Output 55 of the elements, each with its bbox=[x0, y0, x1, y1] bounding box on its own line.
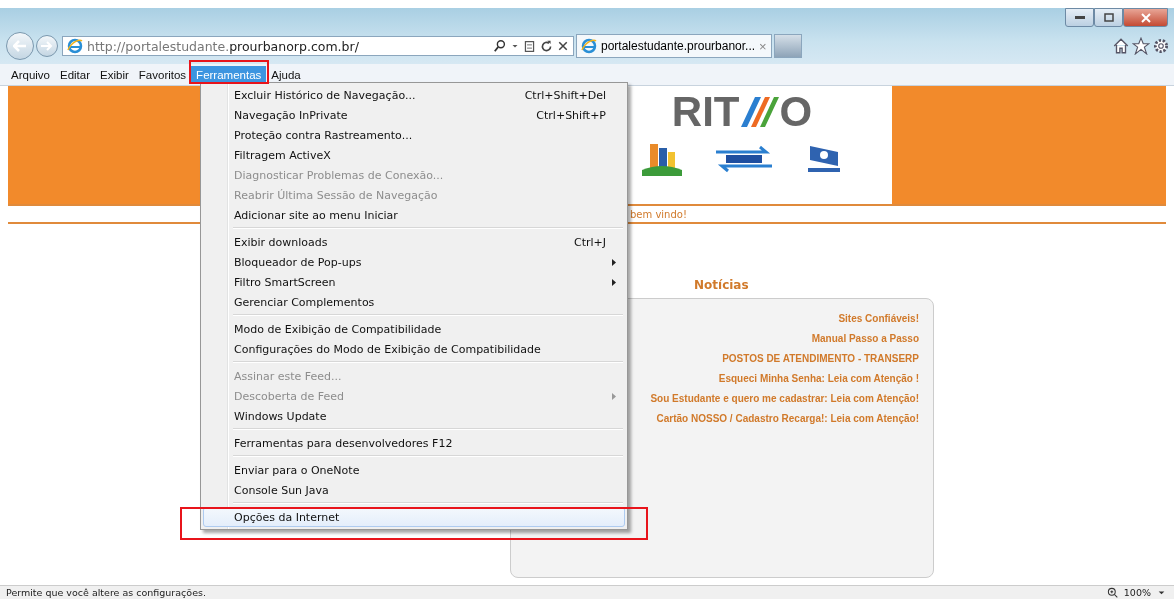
back-arrow-icon bbox=[13, 40, 27, 52]
menu-bar-item[interactable]: Ajuda bbox=[266, 65, 306, 84]
home-icon[interactable] bbox=[1112, 37, 1130, 55]
back-button[interactable] bbox=[6, 32, 34, 60]
menu-item[interactable]: Opções da Internet bbox=[203, 507, 625, 527]
dropdown-caret-icon[interactable] bbox=[511, 42, 519, 50]
menu-item[interactable]: Windows Update bbox=[203, 406, 625, 426]
forward-button[interactable] bbox=[36, 35, 58, 57]
menu-item[interactable]: Console Sun Java bbox=[203, 480, 625, 500]
restore-icon bbox=[1103, 13, 1114, 22]
menu-bar-item[interactable]: Arquivo bbox=[6, 65, 55, 84]
menu-item[interactable]: Exibir downloads Ctrl+J bbox=[203, 232, 625, 252]
flag-logo-drawing bbox=[806, 144, 842, 174]
menu-item[interactable]: Gerenciar Complementos bbox=[203, 292, 625, 312]
compatibility-icon[interactable] bbox=[523, 39, 536, 53]
forward-arrow-icon bbox=[41, 41, 53, 51]
address-field[interactable]: http://portalestudante.prourbanorp.com.br/ bbox=[62, 36, 574, 56]
tab-close-icon[interactable]: × bbox=[759, 38, 767, 54]
menu-item[interactable]: Bloqueador de Pop-ups bbox=[203, 252, 625, 272]
menu-bar-item[interactable]: Exibir bbox=[95, 65, 134, 84]
menu-item[interactable]: Filtro SmartScreen bbox=[203, 272, 625, 292]
minimize-button[interactable] bbox=[1065, 8, 1094, 27]
menu-bar-item[interactable]: Favoritos bbox=[133, 65, 192, 84]
logo-text: O bbox=[779, 90, 813, 134]
welcome-text: bem vindo! bbox=[630, 208, 687, 220]
search-icon[interactable] bbox=[493, 39, 507, 53]
menu-item[interactable]: Proteção contra Rastreamento... bbox=[203, 125, 625, 145]
stop-icon[interactable] bbox=[557, 40, 569, 52]
settings-icon[interactable] bbox=[1152, 37, 1170, 55]
favorites-star-icon[interactable] bbox=[1132, 37, 1150, 55]
menu-item[interactable]: Enviar para o OneNote bbox=[203, 460, 625, 480]
menu-item[interactable]: Configurações do Modo de Exibição de Compatibilidade bbox=[203, 339, 625, 359]
logo-text: RIT bbox=[671, 90, 740, 134]
status-text: Permite que você altere as configurações. bbox=[6, 587, 206, 598]
menu-item[interactable]: Modo de Exibição de Compatibilidade bbox=[203, 319, 625, 339]
menu-item[interactable]: Adicionar site ao menu Iniciar bbox=[203, 205, 625, 225]
menu-item[interactable]: Navegação InPrivate Ctrl+Shift+P bbox=[203, 105, 625, 125]
buildings-logo-drawing bbox=[642, 142, 682, 176]
browser-logo-icon[interactable] bbox=[67, 38, 83, 54]
close-button[interactable] bbox=[1123, 8, 1168, 27]
zoom-level[interactable]: 100% bbox=[1123, 587, 1151, 598]
logo-slashes-icon bbox=[739, 95, 780, 129]
menu-bar-item[interactable]: Editar bbox=[55, 65, 96, 84]
menu-item[interactable]: Filtragem ActiveX bbox=[203, 145, 625, 165]
close-icon bbox=[1140, 12, 1151, 23]
restore-button[interactable] bbox=[1094, 8, 1123, 27]
browser-tab[interactable]: portalestudante.prourbanor... × bbox=[576, 34, 772, 58]
refresh-icon[interactable] bbox=[540, 39, 553, 53]
menu-item[interactable]: Excluir Histórico de Navegação... Ctrl+Shift+Del bbox=[203, 85, 625, 105]
menu-item[interactable]: Ferramentas para desenvolvedores F12 bbox=[203, 433, 625, 453]
zoom-icon[interactable] bbox=[1106, 587, 1118, 598]
minimize-icon bbox=[1074, 15, 1085, 20]
browser-logo-icon[interactable] bbox=[581, 38, 597, 54]
dropdown-caret-icon[interactable] bbox=[1157, 588, 1166, 597]
news-heading: Notícias bbox=[694, 278, 749, 292]
